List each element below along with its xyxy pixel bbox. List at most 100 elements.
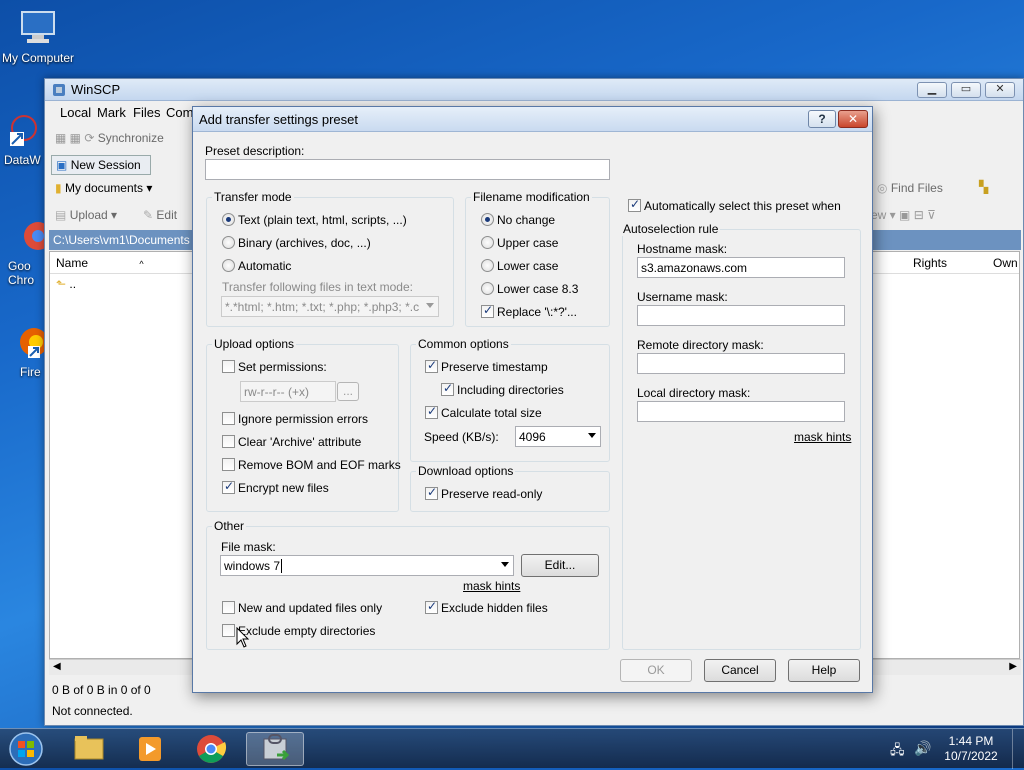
- set-permissions-checkbox[interactable]: [222, 360, 235, 373]
- find-files-button[interactable]: ◎ Find Files: [877, 181, 943, 195]
- exclude-hidden-label[interactable]: Exclude hidden files: [441, 601, 548, 615]
- start-button-icon[interactable]: [6, 731, 46, 767]
- hostname-mask-input[interactable]: s3.amazonaws.com: [637, 257, 845, 278]
- cancel-button[interactable]: Cancel: [704, 659, 776, 682]
- location-dropdown[interactable]: ▮ My documents ▾: [55, 181, 185, 201]
- text-mode-files-input[interactable]: *.*html; *.htm; *.txt; *.php; *.php3; *.…: [221, 296, 439, 317]
- menu-files[interactable]: Files: [133, 105, 160, 120]
- file-mask-input[interactable]: windows 7: [220, 555, 514, 576]
- new-and-updated-label[interactable]: New and updated files only: [238, 601, 382, 615]
- exclude-hidden-checkbox[interactable]: [425, 599, 438, 614]
- file-mask-hints-link[interactable]: mask hints: [463, 579, 520, 593]
- no-change-label[interactable]: No change: [497, 213, 555, 227]
- file-mask-edit-button[interactable]: Edit...: [521, 554, 599, 577]
- preset-description-input[interactable]: [205, 159, 610, 180]
- menu-local[interactable]: Local: [60, 105, 91, 120]
- ignore-permission-errors-label[interactable]: Ignore permission errors: [238, 412, 368, 426]
- edit-button[interactable]: ✎ Edit: [143, 208, 177, 222]
- preserve-read-only-label[interactable]: Preserve read-only: [441, 487, 542, 501]
- exclude-empty-dirs-label[interactable]: Exclude empty directories: [238, 624, 375, 638]
- network-icon[interactable]: 🖧: [890, 741, 905, 763]
- ignore-permission-errors-checkbox[interactable]: [222, 412, 235, 425]
- minimize-button[interactable]: ▁: [917, 82, 947, 98]
- exclude-empty-dirs-checkbox[interactable]: [222, 624, 235, 637]
- preserve-read-only-checkbox[interactable]: [425, 485, 438, 500]
- automatic-mode-label[interactable]: Automatic: [238, 259, 291, 273]
- binary-mode-radio[interactable]: [222, 236, 235, 249]
- scroll-left-icon[interactable]: ◀: [53, 661, 61, 672]
- local-dir-mask-input[interactable]: [637, 401, 845, 422]
- lower-case-radio[interactable]: [481, 259, 494, 272]
- automatic-mode-radio[interactable]: [222, 259, 235, 272]
- list-item[interactable]: ⬑ ..: [50, 274, 194, 294]
- new-session-tab[interactable]: ▣ New Session: [51, 155, 151, 175]
- main-window-title: WinSCP: [71, 82, 121, 97]
- including-directories-label[interactable]: Including directories: [457, 383, 564, 397]
- encrypt-new-files-label[interactable]: Encrypt new files: [238, 481, 329, 495]
- replace-chars-label[interactable]: Replace '\:*?'...: [497, 305, 577, 319]
- remove-bom-label[interactable]: Remove BOM and EOF marks: [238, 458, 401, 472]
- set-permissions-label[interactable]: Set permissions:: [238, 360, 327, 374]
- menu-commands[interactable]: Com: [166, 105, 193, 120]
- remove-bom-checkbox[interactable]: [222, 458, 235, 471]
- encrypt-new-files-checkbox[interactable]: [222, 479, 235, 494]
- column-header-name[interactable]: Name ^: [50, 252, 194, 274]
- column-header-owner[interactable]: Own: [993, 256, 1018, 270]
- calculate-total-size-checkbox[interactable]: [425, 404, 438, 419]
- lower-case-83-label[interactable]: Lower case 8.3: [497, 282, 578, 296]
- preserve-timestamp-checkbox[interactable]: [425, 358, 438, 373]
- help-button[interactable]: Help: [788, 659, 860, 682]
- preserve-timestamp-label[interactable]: Preserve timestamp: [441, 360, 548, 374]
- upper-case-label[interactable]: Upper case: [497, 236, 558, 250]
- clear-archive-checkbox[interactable]: [222, 435, 235, 448]
- lower-case-83-radio[interactable]: [481, 282, 494, 295]
- autoselect-mask-hints-link[interactable]: mask hints: [794, 430, 851, 444]
- replace-chars-checkbox[interactable]: [481, 303, 494, 318]
- binary-mode-label[interactable]: Binary (archives, doc, ...): [238, 236, 371, 250]
- show-desktop-button[interactable]: [1012, 729, 1024, 769]
- text-mode-radio[interactable]: [222, 213, 235, 226]
- text-mode-label[interactable]: Text (plain text, html, scripts, ...): [238, 213, 407, 227]
- speed-dropdown[interactable]: 4096: [515, 426, 601, 447]
- autoselect-checkbox[interactable]: [628, 197, 641, 212]
- taskbar-winscp[interactable]: [246, 732, 304, 766]
- upper-case-radio[interactable]: [481, 236, 494, 249]
- taskbar-explorer[interactable]: [60, 732, 118, 766]
- clear-archive-label[interactable]: Clear 'Archive' attribute: [238, 435, 361, 449]
- taskbar-chrome[interactable]: [182, 732, 240, 766]
- remote-file-panel[interactable]: Rights Own: [870, 251, 1020, 659]
- calculate-total-size-label[interactable]: Calculate total size: [441, 406, 542, 420]
- synchronize-button[interactable]: ▦ ▦ ⟳ Synchronize: [55, 131, 164, 145]
- upload-button[interactable]: ▤ Upload ▾: [55, 208, 117, 222]
- remote-path-bar[interactable]: [871, 230, 1021, 250]
- common-options-title: Common options: [416, 337, 511, 351]
- taskbar-media-player[interactable]: [121, 732, 179, 766]
- scroll-right-icon[interactable]: ▶: [1009, 661, 1017, 672]
- new-and-updated-checkbox[interactable]: [222, 601, 235, 614]
- permissions-input[interactable]: rw-r--r-- (+x): [240, 381, 336, 402]
- no-change-radio[interactable]: [481, 213, 494, 226]
- column-header-rights[interactable]: Rights: [913, 256, 947, 270]
- local-path-bar[interactable]: C:\Users\vm1\Documents: [49, 230, 197, 250]
- permissions-button[interactable]: ...: [337, 382, 359, 401]
- tree-icon[interactable]: ▚: [979, 180, 988, 194]
- status-connection: Not connected.: [52, 704, 133, 718]
- including-directories-checkbox[interactable]: [441, 381, 454, 396]
- ok-button[interactable]: OK: [620, 659, 692, 682]
- download-options-title: Download options: [416, 464, 516, 478]
- username-mask-input[interactable]: [637, 305, 845, 326]
- close-dialog-button[interactable]: ✕: [838, 110, 868, 128]
- lower-case-label[interactable]: Lower case: [497, 259, 558, 273]
- help-title-button[interactable]: ?: [808, 110, 836, 128]
- clock[interactable]: 1:44 PM 10/7/2022: [940, 734, 1002, 764]
- maximize-button[interactable]: ▭: [951, 82, 981, 98]
- desktop-icon-my-computer[interactable]: My Computer: [0, 10, 76, 65]
- new-button-right[interactable]: ew ▾ ▣ ⊟ ⊽: [871, 208, 936, 222]
- autoselect-label[interactable]: Automatically select this preset when: [644, 199, 841, 213]
- menu-mark[interactable]: Mark: [97, 105, 126, 120]
- folder-icon: [74, 736, 104, 760]
- close-window-button[interactable]: ✕: [985, 82, 1015, 98]
- volume-icon[interactable]: 🔊: [914, 740, 931, 757]
- local-file-panel[interactable]: Name ^ ⬑ ..: [49, 251, 195, 659]
- remote-dir-mask-input[interactable]: [637, 353, 845, 374]
